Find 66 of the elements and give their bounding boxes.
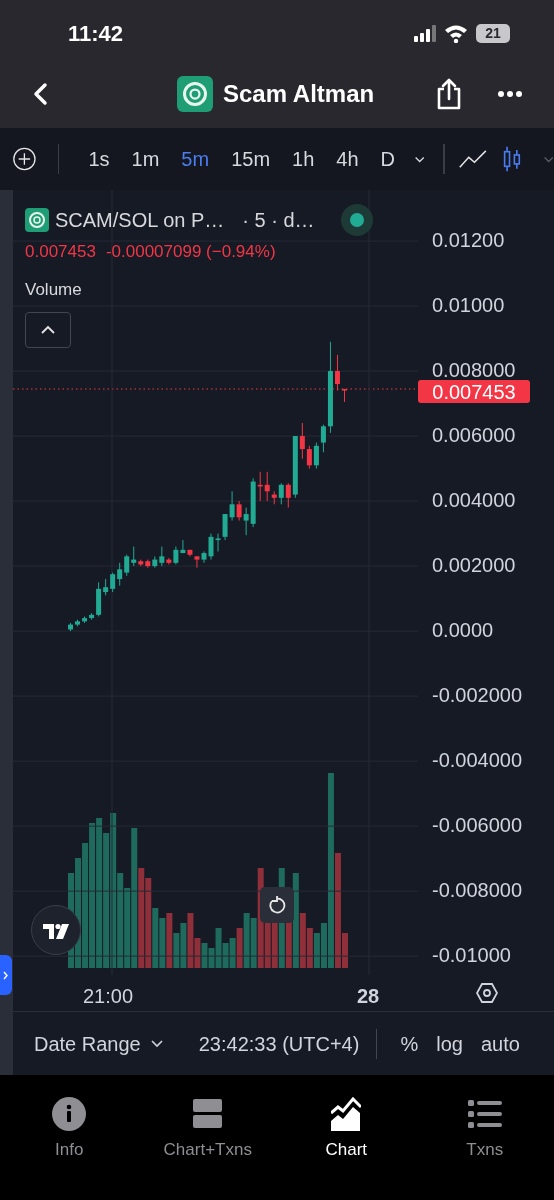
chevron-down-icon bbox=[150, 1039, 163, 1048]
area-chart-icon bbox=[331, 1097, 362, 1131]
chevron-right-icon[interactable] bbox=[3, 970, 9, 980]
logo-icon bbox=[177, 76, 213, 112]
chevron-up-icon bbox=[41, 325, 55, 335]
interval-tab[interactable]: 1h bbox=[281, 144, 326, 174]
scale-option-button[interactable]: log bbox=[427, 1028, 472, 1059]
axis-label: -0.01000 bbox=[432, 946, 511, 965]
axis-label: -0.004000 bbox=[432, 751, 523, 770]
candle bbox=[68, 622, 73, 632]
clock-time: 11:42 bbox=[68, 19, 124, 48]
candle bbox=[342, 388, 347, 403]
indicator-label: Volume bbox=[25, 278, 83, 301]
axis-label: 0.0000 bbox=[432, 621, 494, 640]
axis-label: 0.004000 bbox=[432, 491, 516, 510]
axis-label: 0.008000 bbox=[432, 361, 516, 380]
share-icon[interactable] bbox=[436, 78, 462, 110]
panel-toggle-handle[interactable] bbox=[0, 955, 12, 995]
candlestick-icon[interactable] bbox=[502, 144, 521, 174]
axis-label: -0.002000 bbox=[432, 686, 523, 705]
chevron-down-icon[interactable] bbox=[414, 154, 426, 164]
reset-icon bbox=[268, 896, 286, 914]
logo-icon bbox=[25, 208, 49, 232]
wifi-icon bbox=[444, 23, 468, 43]
settings-icon[interactable] bbox=[476, 982, 498, 1004]
info-icon bbox=[52, 1097, 87, 1131]
symbol-details: · 5 · d… bbox=[242, 208, 315, 233]
scale-option-button[interactable]: % bbox=[391, 1028, 428, 1059]
tab-bar-item[interactable]: Txns bbox=[415, 1097, 554, 1200]
battery-level: 21 bbox=[476, 23, 510, 43]
interval-tab[interactable]: 5m bbox=[170, 144, 221, 174]
list-icon bbox=[467, 1097, 502, 1131]
interval-tab[interactable]: 4h bbox=[325, 144, 370, 174]
symbol-title: SCAM/SOL on P… bbox=[55, 208, 225, 233]
last-price-tag: 0.007453 bbox=[418, 380, 530, 403]
tab-bar-item[interactable]: Chart bbox=[277, 1097, 416, 1200]
add-icon[interactable] bbox=[13, 145, 36, 173]
signal-icon bbox=[414, 24, 436, 42]
axis-label: 28 bbox=[357, 984, 380, 1009]
axis-label: -0.006000 bbox=[432, 816, 523, 835]
more-icon[interactable] bbox=[498, 90, 522, 98]
price-value: 0.007453 bbox=[25, 241, 96, 263]
tab-bar-item[interactable]: Chart+Txns bbox=[138, 1097, 277, 1200]
interval-tab[interactable]: 1s bbox=[77, 144, 121, 174]
axis-label: 0.002000 bbox=[432, 556, 516, 575]
back-icon[interactable] bbox=[32, 82, 50, 106]
axis-label: 0.01200 bbox=[432, 231, 505, 250]
axis-label: -0.008000 bbox=[432, 881, 523, 900]
axis-label: 0.01000 bbox=[432, 296, 505, 315]
scale-option-button[interactable]: auto bbox=[471, 1028, 529, 1059]
price-change: -0.00007099 (−0.94%) bbox=[105, 241, 276, 263]
interval-tab[interactable]: 15m bbox=[220, 144, 282, 174]
axis-label: 0.006000 bbox=[432, 426, 516, 445]
interval-tab[interactable]: D bbox=[369, 144, 406, 174]
timezone-clock[interactable]: 23:42:33 (UTC+4) bbox=[198, 1028, 360, 1059]
collapse-button[interactable] bbox=[25, 312, 71, 348]
logo-icon bbox=[43, 921, 69, 939]
tradingview-badge[interactable] bbox=[31, 905, 81, 955]
page-title: Scam Altman bbox=[223, 79, 375, 109]
reset-button[interactable] bbox=[260, 887, 294, 923]
tab-bar-item[interactable]: Info bbox=[0, 1097, 139, 1200]
market-status-indicator bbox=[340, 204, 373, 236]
date-range-dropdown[interactable]: Date Range bbox=[34, 1028, 163, 1059]
split-view-icon bbox=[193, 1097, 223, 1131]
axis-label: 21:00 bbox=[83, 984, 134, 1009]
interval-tab[interactable]: 1m bbox=[120, 144, 171, 174]
